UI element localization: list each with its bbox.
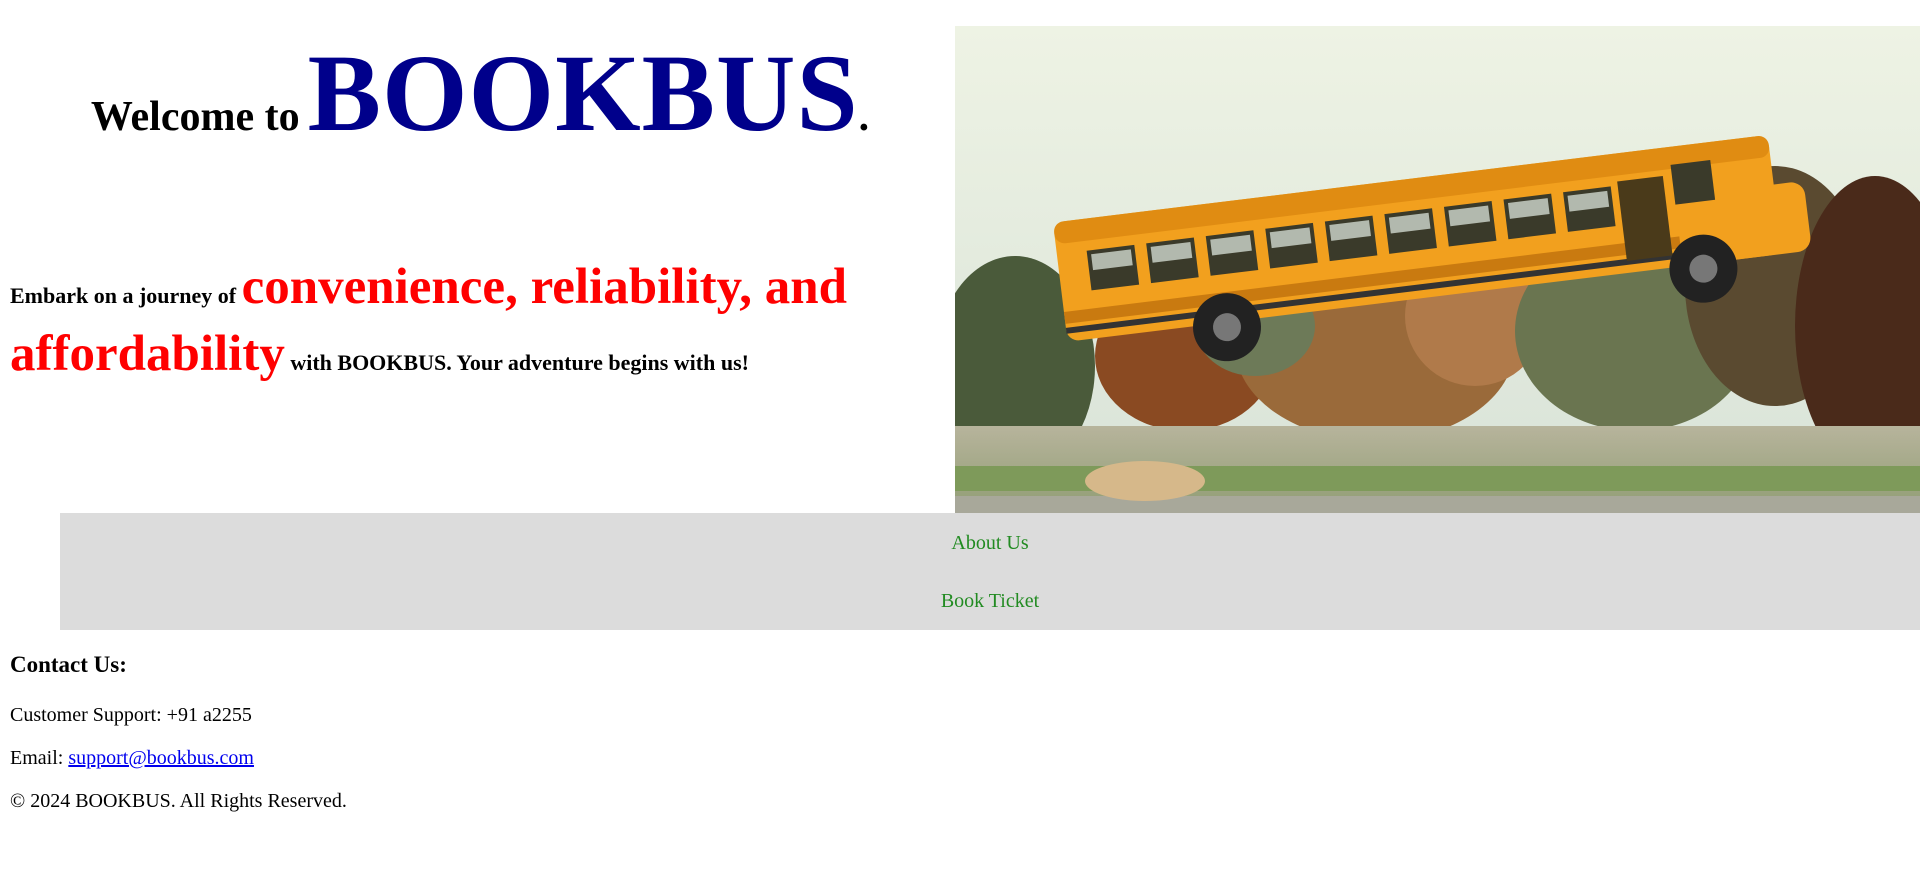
email-link[interactable]: support@bookbus.com xyxy=(68,747,254,769)
nav-book-ticket-link[interactable]: Book Ticket xyxy=(60,590,1920,613)
email-line: Email: support@bookbus.com xyxy=(10,747,254,770)
brand-name: BOOKBUS xyxy=(307,32,859,154)
welcome-heading: Welcome to BOOKBUS. xyxy=(0,30,960,157)
brand-suffix: . xyxy=(858,94,870,140)
main-nav: About Us Book Ticket xyxy=(60,513,1920,630)
contact-section: Contact Us: Customer Support: +91 a2255 … xyxy=(10,652,910,812)
tagline: Embark on a journey of convenience, reli… xyxy=(10,258,890,392)
contact-heading: Contact Us: xyxy=(10,652,127,677)
email-label: Email: xyxy=(10,747,64,769)
tagline-part1: Embark on a journey of xyxy=(10,283,237,308)
copyright-text: © 2024 BOOKBUS. All Rights Reserved. xyxy=(10,790,347,812)
hero-section: Welcome to BOOKBUS. Embark on a journey … xyxy=(0,0,1920,516)
customer-support-text: Customer Support: +91 a2255 xyxy=(10,704,252,726)
welcome-prefix: Welcome to xyxy=(90,94,300,140)
nav-about-us-link[interactable]: About Us xyxy=(60,532,1920,555)
school-bus-flying-image xyxy=(955,26,1920,516)
tagline-part2: with BOOKBUS. Your adventure begins with… xyxy=(290,350,749,375)
